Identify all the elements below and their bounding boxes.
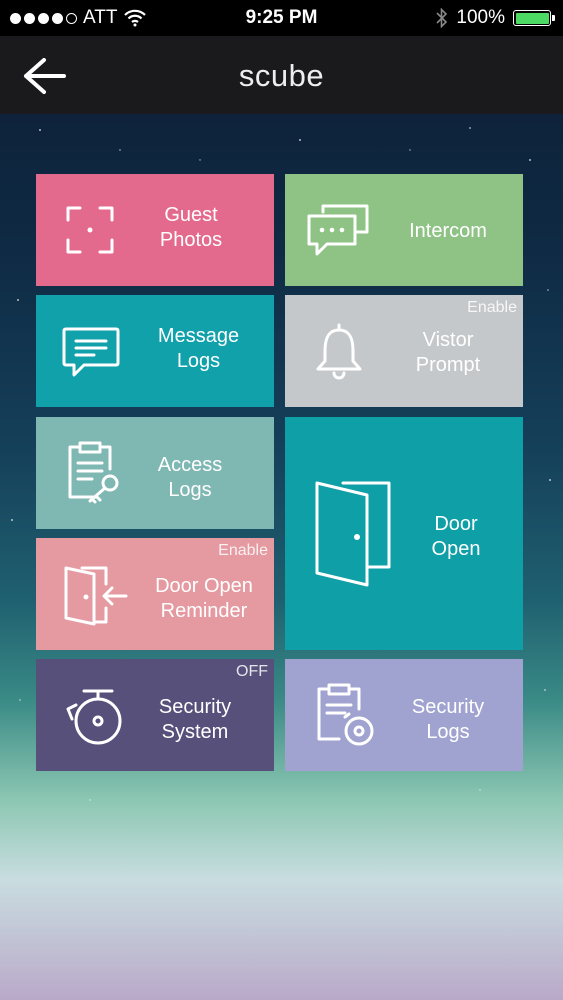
door-open-label: Door Open <box>405 512 507 562</box>
visitor-prompt-status-badge: Enable <box>467 299 517 316</box>
door-open-reminder-label: Door Open Reminder <box>144 574 264 624</box>
access-logs-label: Access Logs <box>136 453 244 503</box>
guest-photos-label-line1: Guest <box>164 204 218 226</box>
bluetooth-icon <box>436 8 448 28</box>
door-open-reminder-tile[interactable]: Enable Door Open Reminder <box>36 538 274 650</box>
door-open-reminder-label-line2: Reminder <box>160 600 248 622</box>
battery-icon <box>513 10 555 26</box>
clipboard-alarm-icon <box>317 683 374 746</box>
chat-bubbles-icon <box>307 204 369 256</box>
page-title: scube <box>238 58 325 93</box>
bell-icon <box>316 323 362 380</box>
security-system-label: Security System <box>141 695 249 745</box>
intercom-tile[interactable]: Intercom <box>285 174 523 286</box>
intercom-label-line1: Intercom <box>409 220 487 242</box>
visitor-prompt-label: Vistor Prompt <box>393 328 503 378</box>
security-system-label-line1: Security <box>158 696 232 718</box>
door-open-tile[interactable]: Door Open <box>285 417 523 650</box>
door-open-label-line2: Open <box>431 538 481 560</box>
message-logs-label-line1: Message <box>157 325 240 347</box>
message-logs-tile[interactable]: Message Logs <box>36 295 274 407</box>
door-open-label-line1: Door <box>434 513 478 535</box>
visitor-prompt-label-line2: Prompt <box>415 354 481 376</box>
security-logs-label-line2: Logs <box>426 721 470 743</box>
security-logs-label: Security Logs <box>393 695 503 745</box>
guest-photos-tile[interactable]: Guest Photos <box>36 174 274 286</box>
security-logs-label-line1: Security <box>411 696 485 718</box>
message-icon <box>62 327 120 377</box>
message-logs-label-line2: Logs <box>176 350 221 372</box>
security-system-label-line2: System <box>161 721 229 743</box>
camera-focus-icon <box>66 206 114 254</box>
status-bar: ATT 9:25 PM 100% <box>0 0 563 36</box>
guest-photos-label-line2: Photos <box>159 229 223 251</box>
access-logs-label-line1: Access <box>157 454 223 476</box>
door-enter-icon <box>64 566 128 626</box>
visitor-prompt-label-line1: Vistor <box>422 329 474 351</box>
clipboard-key-icon <box>68 441 119 504</box>
access-logs-tile[interactable]: Access Logs <box>36 417 274 529</box>
alarm-bell-icon <box>66 689 122 745</box>
guest-photos-label: Guest Photos <box>136 203 246 253</box>
security-system-tile[interactable]: OFF Security System <box>36 659 274 771</box>
door-open-reminder-label-line1: Door Open <box>155 575 253 597</box>
door-open-icon <box>315 481 391 587</box>
message-logs-label: Message Logs <box>141 324 256 374</box>
door-reminder-status-badge: Enable <box>218 542 268 559</box>
visitor-prompt-tile[interactable]: Enable Vistor Prompt <box>285 295 523 407</box>
battery-percent: 100% <box>456 7 505 28</box>
security-logs-tile[interactable]: Security Logs <box>285 659 523 771</box>
security-system-status-badge: OFF <box>236 663 268 680</box>
intercom-label: Intercom <box>393 219 503 244</box>
access-logs-label-line2: Logs <box>168 479 212 501</box>
app-header: scube <box>0 36 563 114</box>
